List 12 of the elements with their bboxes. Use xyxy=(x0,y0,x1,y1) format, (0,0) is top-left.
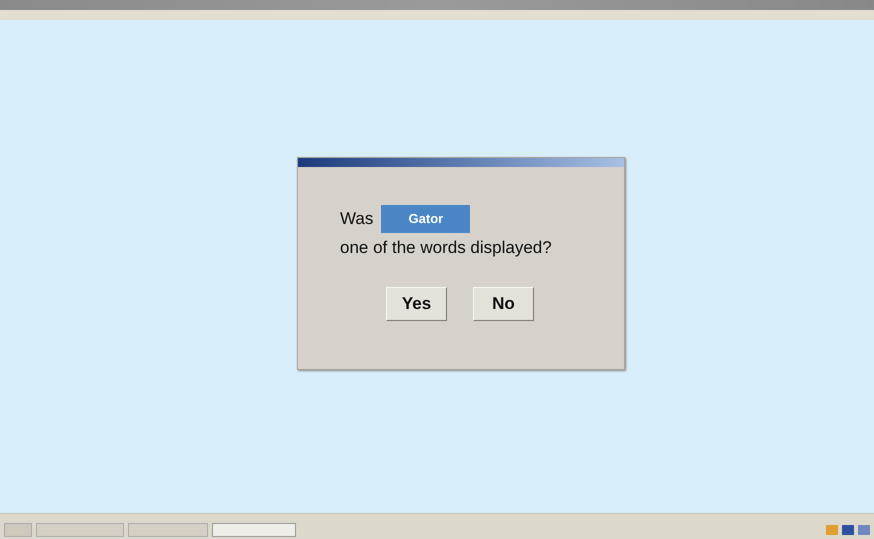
answer-button[interactable]: No xyxy=(473,286,534,320)
answer-button[interactable]: Yes xyxy=(386,286,447,320)
prompt-text: Was xyxy=(340,208,374,230)
system-tray-icon[interactable] xyxy=(826,525,838,535)
word-highlight: Gator xyxy=(381,205,470,233)
system-tray-icon[interactable] xyxy=(842,525,854,535)
start-button[interactable] xyxy=(4,523,32,537)
system-tray-icon[interactable] xyxy=(858,525,870,535)
taskbar-button[interactable] xyxy=(212,523,296,537)
taskbar-button[interactable] xyxy=(128,523,208,537)
prompt-text: one of the words displayed? xyxy=(340,237,553,259)
taskbar-button[interactable] xyxy=(36,523,124,537)
